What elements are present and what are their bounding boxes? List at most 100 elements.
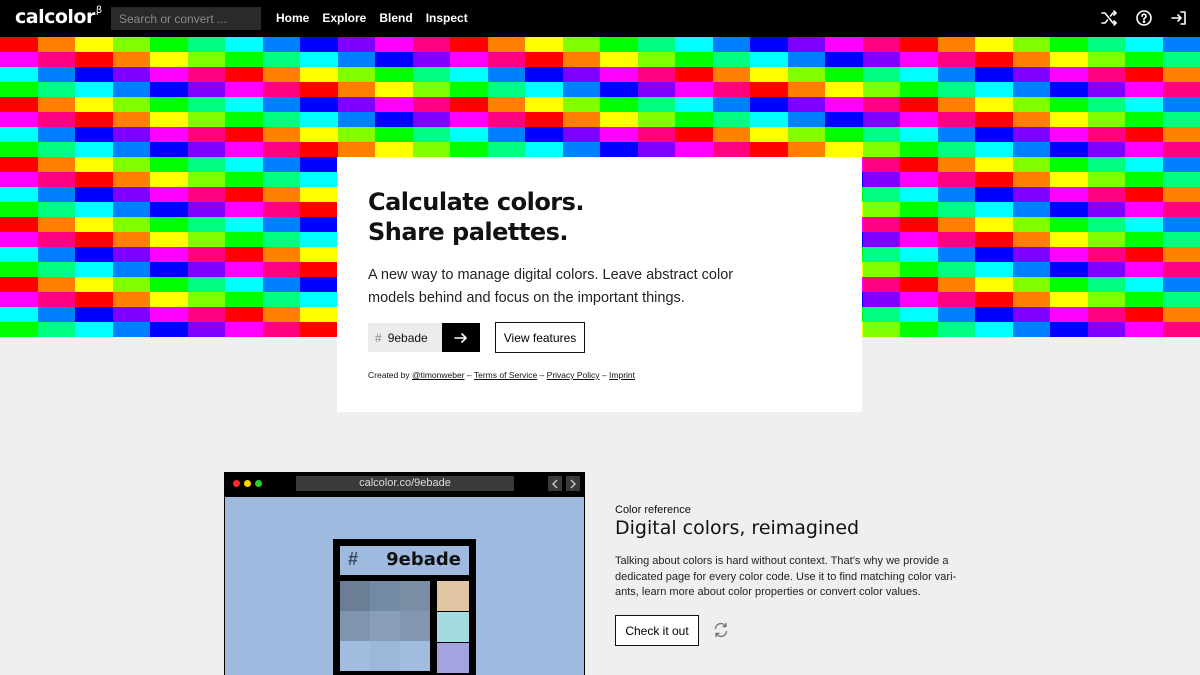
hex-input[interactable]: # 9ebade [368, 323, 442, 352]
mosaic-tile [862, 172, 900, 187]
mosaic-tile [937, 52, 975, 67]
mosaic-tile [112, 142, 150, 157]
mosaic-tile [900, 82, 938, 97]
mosaic-tile [112, 97, 150, 112]
mosaic-tile [337, 142, 375, 157]
mosaic-tile [262, 127, 300, 142]
mosaic-tile [675, 37, 713, 52]
mosaic-tile [412, 52, 450, 67]
mosaic-tile [187, 142, 225, 157]
mosaic-tile [0, 247, 38, 262]
mosaic-tile [787, 37, 825, 52]
mosaic-tile [0, 142, 38, 157]
go-button[interactable] [442, 323, 480, 352]
nav-link-explore[interactable]: Explore [322, 11, 366, 25]
mosaic-tile [562, 142, 600, 157]
mosaic-tile [1162, 322, 1200, 337]
mosaic-tile [0, 232, 38, 247]
mosaic-tile [712, 127, 750, 142]
mosaic-tile [0, 277, 38, 292]
view-features-button[interactable]: View features [495, 322, 585, 353]
mosaic-tile [787, 112, 825, 127]
mosaic-tile [225, 112, 263, 127]
mosaic-tile [37, 262, 75, 277]
mosaic-tile [262, 142, 300, 157]
mosaic-tile [600, 97, 638, 112]
mosaic-tile [975, 322, 1013, 337]
mosaic-tile [1125, 187, 1163, 202]
mosaic-tile [450, 67, 488, 82]
mosaic-tile [262, 202, 300, 217]
mosaic-tile [75, 97, 113, 112]
mosaic-tile [1125, 217, 1163, 232]
mosaic-tile [450, 37, 488, 52]
chevron-right-icon [570, 479, 576, 488]
mosaic-tile [712, 142, 750, 157]
mosaic-tile [900, 112, 938, 127]
mosaic-tile [225, 322, 263, 337]
mosaic-tile [1012, 67, 1050, 82]
mosaic-tile [637, 127, 675, 142]
shade-grid [340, 581, 430, 675]
mosaic-tile [675, 142, 713, 157]
mosaic-tile [862, 262, 900, 277]
nav-link-inspect[interactable]: Inspect [426, 11, 468, 25]
shuffle-icon[interactable] [1100, 9, 1118, 27]
mosaic-tile [75, 292, 113, 307]
mosaic-tile [37, 37, 75, 52]
mosaic-tile [1050, 157, 1088, 172]
mosaic-tile [300, 82, 338, 97]
mosaic-tile [825, 52, 863, 67]
mosaic-tile [0, 52, 38, 67]
mosaic-tile [900, 97, 938, 112]
mosaic-tile [187, 112, 225, 127]
mosaic-tile [75, 172, 113, 187]
mosaic-tile [525, 142, 563, 157]
mosaic-tile [1125, 247, 1163, 262]
mosaic-tile [75, 157, 113, 172]
help-icon[interactable] [1135, 9, 1153, 27]
mosaic-tile [975, 307, 1013, 322]
mosaic-tile [337, 37, 375, 52]
mosaic-tile [1087, 157, 1125, 172]
mosaic-tile [1125, 157, 1163, 172]
mosaic-tile [1050, 217, 1088, 232]
mosaic-tile [937, 37, 975, 52]
mosaic-tile [787, 97, 825, 112]
mosaic-tile [75, 247, 113, 262]
mosaic-tile [750, 52, 788, 67]
mosaic-tile [262, 247, 300, 262]
mosaic-tile [75, 307, 113, 322]
mosaic-tile [937, 67, 975, 82]
mosaic-tile [150, 52, 188, 67]
mosaic-tile [0, 82, 38, 97]
privacy-link[interactable]: Privacy Policy [547, 370, 600, 380]
search-input[interactable] [111, 7, 261, 30]
login-icon[interactable] [1170, 9, 1188, 27]
author-link[interactable]: @timonweber [412, 370, 465, 380]
refresh-icon[interactable] [712, 621, 730, 644]
mosaic-tile [1162, 157, 1200, 172]
nav-link-home[interactable]: Home [276, 11, 309, 25]
mosaic-tile [112, 67, 150, 82]
mosaic-tile [787, 67, 825, 82]
mosaic-tile [937, 187, 975, 202]
mosaic-tile [337, 127, 375, 142]
mosaic-tile [1050, 97, 1088, 112]
shade-cell [400, 581, 430, 611]
imprint-link[interactable]: Imprint [609, 370, 635, 380]
mosaic-tile [75, 187, 113, 202]
mosaic-tile [750, 112, 788, 127]
mosaic-tile [262, 277, 300, 292]
mosaic-tile [0, 202, 38, 217]
mosaic-tile [637, 67, 675, 82]
check-it-out-button[interactable]: Check it out [615, 615, 699, 646]
mosaic-tile [262, 322, 300, 337]
logo[interactable]: calcolorβ [15, 5, 102, 28]
mosaic-tile [412, 142, 450, 157]
shade-cell [370, 641, 400, 671]
mosaic-tile [1162, 52, 1200, 67]
terms-link[interactable]: Terms of Service [474, 370, 537, 380]
nav-link-blend[interactable]: Blend [379, 11, 412, 25]
mosaic-tile [300, 142, 338, 157]
